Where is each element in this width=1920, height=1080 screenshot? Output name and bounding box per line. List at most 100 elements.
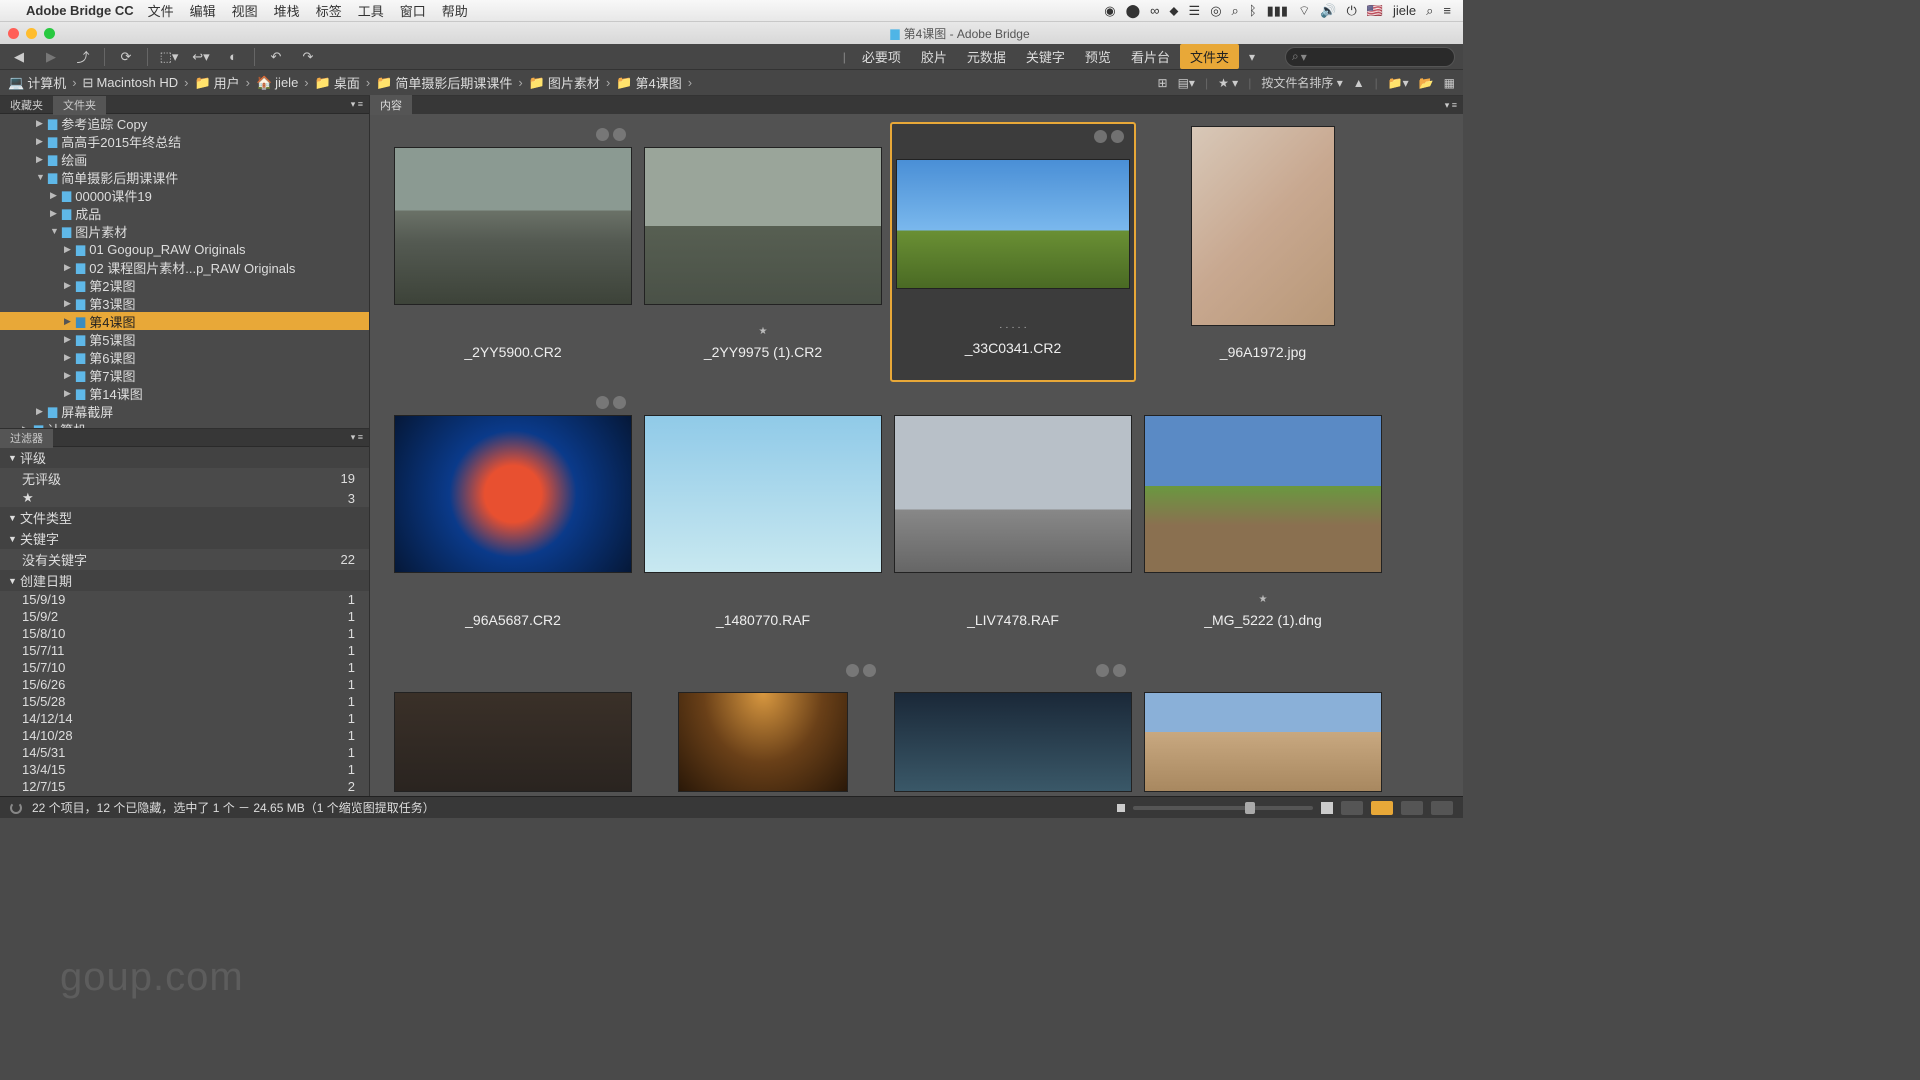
folder-tree-item[interactable]: ▶▆第7课图 bbox=[0, 366, 369, 384]
folder-tree-item[interactable]: ▶▆成品 bbox=[0, 204, 369, 222]
folder-tree-item[interactable]: ▶▆高高手2015年终总结 bbox=[0, 132, 369, 150]
path-segment[interactable]: 📁 第4课图 bbox=[616, 73, 681, 92]
filter-list[interactable]: ▼评级无评级19★3▼文件类型▼关键字没有关键字22▼创建日期15/9/1911… bbox=[0, 447, 369, 796]
search-spotlight-icon[interactable]: ⌕ bbox=[1232, 3, 1239, 19]
expand-arrow-icon[interactable]: ▶ bbox=[36, 118, 48, 129]
folder-tree-item[interactable]: ▶▆计算机 bbox=[0, 420, 369, 428]
nav-forward-button[interactable]: ▶ bbox=[40, 47, 62, 67]
menu-edit[interactable]: 编辑 bbox=[190, 1, 216, 20]
menu-help[interactable]: 帮助 bbox=[442, 1, 468, 20]
camera-import-button[interactable]: ⬚▾ bbox=[158, 47, 180, 67]
thumbnail-rating[interactable]: · · · · · bbox=[999, 322, 1027, 334]
expand-arrow-icon[interactable]: ▶ bbox=[64, 244, 76, 255]
filter-row[interactable]: 无评级19 bbox=[0, 468, 369, 489]
menu-file[interactable]: 文件 bbox=[148, 1, 174, 20]
folder-tree-item[interactable]: ▶▆第14课图 bbox=[0, 384, 369, 402]
view-grid-icon[interactable]: ⊞ bbox=[1158, 76, 1168, 90]
favorites-tab[interactable]: 收藏夹 bbox=[0, 96, 53, 115]
menu-view[interactable]: 视图 bbox=[232, 1, 258, 20]
new-folder-icon[interactable]: 📁▾ bbox=[1388, 76, 1409, 90]
filter-row[interactable]: 15/5/281 bbox=[0, 693, 369, 710]
expand-arrow-icon[interactable]: ▶ bbox=[64, 370, 76, 381]
path-segment[interactable]: 📁 图片素材 bbox=[529, 73, 600, 92]
workspace-tab[interactable]: 看片台 bbox=[1121, 44, 1180, 69]
spotlight-icon[interactable]: ⌕ bbox=[1426, 3, 1433, 19]
expand-arrow-icon[interactable]: ▼ bbox=[8, 576, 20, 586]
workspace-tab[interactable]: 必要项 bbox=[852, 44, 911, 69]
folder-tree-item[interactable]: ▶▆绘画 bbox=[0, 150, 369, 168]
trash-icon[interactable]: ▦ bbox=[1444, 76, 1455, 90]
folder-tree-item[interactable]: ▶▆参考追踪 Copy bbox=[0, 114, 369, 132]
filter-section-header[interactable]: ▼创建日期 bbox=[0, 570, 369, 591]
sort-direction-button[interactable]: ▲ bbox=[1353, 76, 1365, 90]
reveal-button[interactable]: ⟳ bbox=[115, 47, 137, 67]
expand-arrow-icon[interactable]: ▶ bbox=[22, 424, 34, 429]
workspace-tab[interactable]: 元数据 bbox=[957, 44, 1016, 69]
expand-arrow-icon[interactable]: ▶ bbox=[50, 208, 62, 219]
panel-menu-icon[interactable]: ▾ ≡ bbox=[345, 432, 369, 443]
status-record-icon[interactable]: ⬤ bbox=[1126, 3, 1141, 19]
folder-tree-item[interactable]: ▼▆图片素材 bbox=[0, 222, 369, 240]
workspace-menu-button[interactable]: ▾ bbox=[1239, 50, 1265, 64]
expand-arrow-icon[interactable]: ▼ bbox=[50, 226, 62, 236]
path-segment[interactable]: 📁 用户 bbox=[194, 73, 239, 92]
folder-tree-item[interactable]: ▶▆第2课图 bbox=[0, 276, 369, 294]
expand-arrow-icon[interactable]: ▶ bbox=[64, 262, 76, 273]
folder-tree-item[interactable]: ▶▆00000课件19 bbox=[0, 186, 369, 204]
folder-tree-item[interactable]: ▶▆02 课程图片素材...p_RAW Originals bbox=[0, 258, 369, 276]
bluetooth-icon[interactable]: ᛒ bbox=[1249, 3, 1257, 18]
expand-arrow-icon[interactable]: ▶ bbox=[36, 406, 48, 417]
zoom-out-icon[interactable] bbox=[1117, 804, 1125, 812]
menu-window[interactable]: 窗口 bbox=[400, 1, 426, 20]
thumbnail-item[interactable] bbox=[390, 658, 636, 796]
path-segment[interactable]: 📁 桌面 bbox=[315, 73, 360, 92]
workspace-tab[interactable]: 关键字 bbox=[1016, 44, 1075, 69]
path-segment[interactable]: 📁 简单摄影后期课课件 bbox=[376, 73, 512, 92]
evernote-icon[interactable]: ☰ bbox=[1189, 3, 1201, 19]
folder-tree-item[interactable]: ▶▆第5课图 bbox=[0, 330, 369, 348]
slider-thumb[interactable] bbox=[1245, 802, 1255, 814]
expand-arrow-icon[interactable]: ▼ bbox=[36, 172, 48, 182]
filter-row[interactable]: 14/10/281 bbox=[0, 727, 369, 744]
filter-row[interactable]: 13/4/151 bbox=[0, 761, 369, 778]
dropbox-icon[interactable]: ⬥ bbox=[1169, 3, 1178, 19]
folders-tab[interactable]: 文件夹 bbox=[53, 96, 106, 115]
folder-tree[interactable]: ▶▆参考追踪 Copy▶▆高高手2015年终总结▶▆绘画▼▆简单摄影后期课课件▶… bbox=[0, 114, 369, 428]
panel-menu-icon[interactable]: ▾ ≡ bbox=[345, 99, 369, 110]
thumbnail-item[interactable]: · · · · ·_33C0341.CR2 bbox=[890, 122, 1136, 382]
thumbnail-item[interactable]: _2YY5900.CR2 bbox=[390, 122, 636, 382]
expand-arrow-icon[interactable]: ▶ bbox=[64, 298, 76, 309]
filter-row[interactable]: ★3 bbox=[0, 489, 369, 507]
filter-section-header[interactable]: ▼关键字 bbox=[0, 528, 369, 549]
workspace-tab[interactable]: 预览 bbox=[1075, 44, 1121, 69]
view-mode-list[interactable] bbox=[1431, 801, 1453, 815]
thumbnail-rating[interactable]: ★ bbox=[759, 326, 768, 338]
filter-row[interactable]: 15/9/191 bbox=[0, 591, 369, 608]
search-input[interactable]: ⌕ ▾ bbox=[1285, 47, 1455, 67]
app-name[interactable]: Adobe Bridge CC bbox=[26, 3, 134, 18]
window-close-button[interactable] bbox=[8, 28, 19, 39]
folder-tree-item[interactable]: ▶▆第6课图 bbox=[0, 348, 369, 366]
thumbnail-item[interactable] bbox=[890, 658, 1136, 796]
filter-section-header[interactable]: ▼文件类型 bbox=[0, 507, 369, 528]
expand-arrow-icon[interactable]: ▶ bbox=[64, 334, 76, 345]
filter-row[interactable]: 15/8/101 bbox=[0, 625, 369, 642]
rotate-cw-button[interactable]: ↷ bbox=[297, 47, 319, 67]
expand-arrow-icon[interactable]: ▼ bbox=[8, 513, 20, 523]
workspace-tab-active[interactable]: 文件夹 bbox=[1180, 44, 1239, 69]
filter-row[interactable]: 15/6/261 bbox=[0, 676, 369, 693]
creative-cloud-icon[interactable]: ∞ bbox=[1150, 3, 1159, 18]
folder-tree-item[interactable]: ▶▆屏幕截屏 bbox=[0, 402, 369, 420]
expand-arrow-icon[interactable]: ▼ bbox=[8, 534, 20, 544]
expand-arrow-icon[interactable]: ▶ bbox=[50, 190, 62, 201]
panel-menu-icon[interactable]: ▾ ≡ bbox=[1439, 100, 1463, 111]
rating-filter-icon[interactable]: ★ ▾ bbox=[1218, 76, 1238, 90]
filter-row[interactable]: 14/5/311 bbox=[0, 744, 369, 761]
folder-tree-item[interactable]: ▶▆第4课图 bbox=[0, 312, 369, 330]
folder-tree-item[interactable]: ▶▆第3课图 bbox=[0, 294, 369, 312]
filter-row[interactable]: 10/6/243 bbox=[0, 795, 369, 796]
filter-row[interactable]: 15/7/111 bbox=[0, 642, 369, 659]
wifi-icon[interactable]: ⌔ bbox=[1298, 3, 1310, 19]
thumbnail-item[interactable]: _LIV7478.RAF bbox=[890, 390, 1136, 650]
expand-arrow-icon[interactable]: ▶ bbox=[36, 136, 48, 147]
